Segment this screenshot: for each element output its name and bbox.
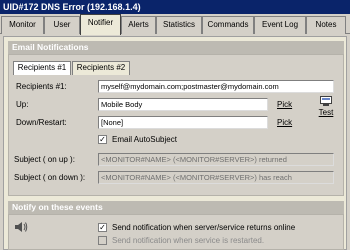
up-label: Up:: [16, 100, 29, 109]
subject-up-label: Subject ( on up ):: [14, 155, 75, 164]
up-pick-link[interactable]: Pick: [277, 100, 292, 109]
subject-down-input[interactable]: <MONITOR#NAME> (<MONITOR#SERVER>) has re…: [98, 171, 334, 184]
tab-commands[interactable]: Commands: [202, 16, 254, 34]
tab-notes[interactable]: Notes: [306, 16, 346, 34]
up-input[interactable]: Mobile Body: [98, 98, 268, 111]
down-restart-label: Down/Restart:: [16, 118, 67, 127]
tab-recipients-1[interactable]: Recipients #1: [13, 61, 71, 75]
tab-user[interactable]: User: [44, 16, 80, 34]
tab-notifier[interactable]: Notifier: [80, 14, 121, 35]
tab-recipients-2[interactable]: Recipients #2: [72, 61, 130, 75]
tab-alerts[interactable]: Alerts: [121, 16, 156, 34]
tab-statistics[interactable]: Statistics: [156, 16, 202, 34]
notify-online-label: Send notification when server/service re…: [112, 223, 296, 232]
tab-event-log[interactable]: Event Log: [254, 16, 306, 34]
down-restart-input[interactable]: [None]: [98, 116, 268, 129]
window-title: UID#172 DNS Error (192.168.1.4): [0, 0, 350, 14]
notify-restart-label: Send notification when service is restar…: [112, 236, 265, 245]
notifier-panel: Email Notifications Recipients #1 Recipi…: [3, 36, 347, 250]
subject-up-input[interactable]: <MONITOR#NAME> (<MONITOR#SERVER>) return…: [98, 153, 334, 166]
notify-online-checkbox[interactable]: ✓: [98, 223, 107, 232]
email-autosubject-checkbox[interactable]: ✓: [98, 135, 107, 144]
test-icon: [320, 96, 332, 106]
tab-monitor[interactable]: Monitor: [1, 16, 44, 34]
down-pick-link[interactable]: Pick: [277, 118, 292, 127]
email-notifications-header: Email Notifications: [8, 41, 344, 54]
test-label: Test: [318, 108, 334, 117]
email-autosubject-label: Email AutoSubject: [112, 135, 177, 144]
notify-restart-checkbox[interactable]: [98, 236, 107, 245]
notify-events-header: Notify on these events: [8, 201, 344, 214]
main-tab-bar: Monitor User Notifier Alerts Statistics …: [0, 14, 350, 35]
subject-down-label: Subject ( on down ):: [14, 173, 86, 182]
recipients-input[interactable]: myself@mydomain.com;postmaster@mydomain.…: [98, 80, 334, 93]
speaker-icon: [14, 221, 28, 233]
test-button[interactable]: Test: [313, 95, 339, 123]
recipients-label: Recipients #1:: [16, 82, 67, 91]
